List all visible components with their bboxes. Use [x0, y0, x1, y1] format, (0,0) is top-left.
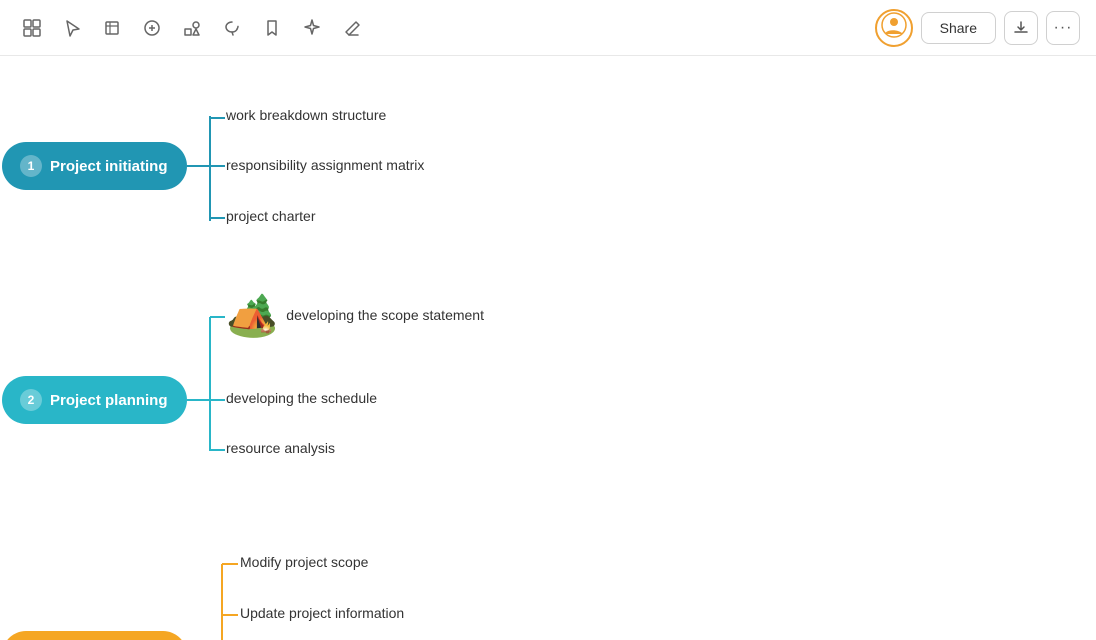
branch-schedule-text: developing the schedule — [226, 390, 377, 406]
branch-resource-text: resource analysis — [226, 440, 335, 456]
branch-scope-text: developing the scope statement — [286, 307, 484, 323]
branch-item-modify: Modify project scope — [240, 554, 368, 570]
branch-update-text: Update project information — [240, 605, 404, 621]
shape-icon[interactable] — [176, 12, 208, 44]
frame-icon[interactable] — [96, 12, 128, 44]
branch-ram-text: responsibility assignment matrix — [226, 157, 424, 173]
node-planning-label: Project planning — [50, 392, 168, 409]
plus-icon[interactable] — [136, 12, 168, 44]
canvas: 1 Project initiating work breakdown stru… — [0, 56, 1096, 640]
branch-item-charter: project charter — [226, 208, 315, 224]
branch-item-scope: 🏕️ developing the scope statement — [226, 294, 484, 336]
branch-charter-text: project charter — [226, 208, 315, 224]
branch-wbs-text: work breakdown structure — [226, 107, 386, 123]
toolbar-right: Share ··· — [875, 9, 1080, 47]
sparkle-icon[interactable] — [296, 12, 328, 44]
download-button[interactable] — [1004, 11, 1038, 45]
branch-item-update: Update project information — [240, 605, 404, 621]
node-planning[interactable]: 2 Project planning — [2, 376, 187, 424]
branch-modify-text: Modify project scope — [240, 554, 368, 570]
node-initiating-label: Project initiating — [50, 158, 168, 175]
node-initiating[interactable]: 1 Project initiating — [2, 142, 187, 190]
node-initiating-badge: 1 — [20, 155, 42, 177]
node-execution[interactable]: 3 Project execution — [2, 631, 187, 640]
eraser-icon[interactable] — [336, 12, 368, 44]
toolbar-tools — [16, 12, 368, 44]
lasso-icon[interactable] — [216, 12, 248, 44]
branch-item-ram: responsibility assignment matrix — [226, 157, 424, 173]
bookmark-icon[interactable] — [256, 12, 288, 44]
toolbar: Share ··· — [0, 0, 1096, 56]
branch-item-wbs: work breakdown structure — [226, 107, 386, 123]
branch-item-schedule: developing the schedule — [226, 390, 377, 406]
more-options-button[interactable]: ··· — [1046, 11, 1080, 45]
share-button[interactable]: Share — [921, 12, 996, 44]
branch-item-resource: resource analysis — [226, 440, 335, 456]
grid-icon[interactable] — [16, 12, 48, 44]
user-avatar-icon — [881, 12, 907, 44]
user-avatar[interactable] — [875, 9, 913, 47]
cursor-icon[interactable] — [56, 12, 88, 44]
node-planning-badge: 2 — [20, 389, 42, 411]
camping-emoji: 🏕️ — [226, 294, 278, 336]
